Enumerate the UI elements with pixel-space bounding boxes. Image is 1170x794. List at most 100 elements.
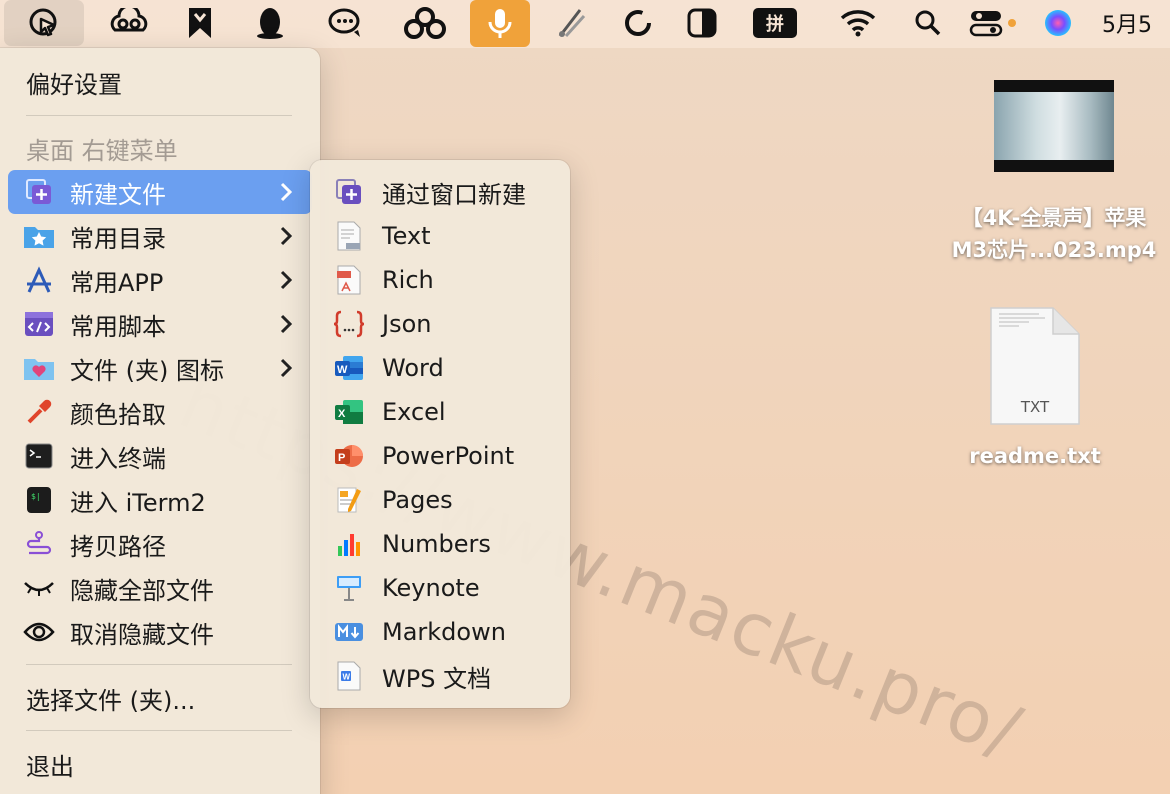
submenu-item-markdown[interactable]: Markdown [318, 610, 562, 654]
txt-file-icon [332, 221, 366, 251]
submenu-item-numbers[interactable]: Numbers [318, 522, 562, 566]
submenu-item-wps-doc[interactable]: W WPS 文档 [318, 654, 562, 698]
submenu-item-excel[interactable]: X Excel [318, 390, 562, 434]
rtf-file-icon [332, 265, 366, 295]
chevron-right-icon [274, 182, 298, 202]
menu-item-common-apps[interactable]: 常用APP [8, 258, 312, 302]
svg-text:W: W [343, 673, 351, 682]
svg-text:$|: $| [31, 492, 41, 501]
app-store-icon [22, 265, 56, 295]
submenu-item-powerpoint[interactable]: P PowerPoint [318, 434, 562, 478]
menu-item-open-iterm2[interactable]: $| 进入 iTerm2 [8, 478, 312, 522]
menu-item-hide-all-files[interactable]: 隐藏全部文件 [8, 566, 312, 610]
display-contrast-icon[interactable] [684, 0, 720, 46]
menubar-date[interactable]: 5月5 [1102, 0, 1170, 46]
new-file-submenu: 通过窗口新建 Text Rich Json W Word X Excel P P… [310, 160, 570, 708]
menu-separator [26, 664, 292, 665]
palette-app-icon[interactable] [552, 0, 592, 46]
submenu-item-word[interactable]: W Word [318, 346, 562, 390]
chevron-right-icon [274, 270, 298, 290]
submenu-item-label: Excel [382, 398, 446, 426]
submenu-item-json[interactable]: Json [318, 302, 562, 346]
submenu-item-label: PowerPoint [382, 442, 515, 470]
menu-item-preferences[interactable]: 偏好设置 [8, 60, 312, 104]
menu-item-label: 颜色拾取 [70, 400, 166, 429]
submenu-item-text[interactable]: Text [318, 214, 562, 258]
copy-path-icon [22, 529, 56, 559]
json-braces-icon [332, 309, 366, 339]
menu-item-copy-path[interactable]: 拷贝路径 [8, 522, 312, 566]
menu-item-open-terminal[interactable]: 进入终端 [8, 434, 312, 478]
menu-section-header: 桌面 右键菜单 [8, 126, 312, 170]
menu-separator [26, 730, 292, 731]
numbers-icon [332, 529, 366, 559]
svg-text:X: X [338, 408, 346, 420]
pages-icon [332, 485, 366, 515]
search-icon[interactable] [910, 0, 946, 46]
creative-cloud-icon[interactable] [106, 0, 152, 46]
control-center-icon[interactable] [966, 0, 1006, 46]
menu-item-label: 常用APP [70, 268, 164, 297]
txt-document-icon: TXT [989, 306, 1081, 426]
powerpoint-icon: P [332, 441, 366, 471]
menu-item-color-picker[interactable]: 颜色拾取 [8, 390, 312, 434]
cursor-select-icon[interactable] [4, 0, 84, 46]
menu-item-label: 文件 (夹) 图标 [70, 356, 224, 385]
submenu-item-label: Json [382, 310, 432, 338]
microphone-icon[interactable] [470, 0, 530, 47]
menu-item-choose-file[interactable]: 选择文件 (夹)... [8, 676, 312, 720]
svg-text:P: P [338, 452, 345, 464]
qq-penguin-icon[interactable] [250, 0, 290, 46]
refresh-icon[interactable] [618, 0, 658, 46]
text-file-name: readme.txt [969, 444, 1101, 468]
menu-item-label: 偏好设置 [26, 70, 122, 99]
input-method-icon[interactable]: 拼 [752, 0, 798, 46]
submenu-item-label: Rich [382, 266, 434, 294]
txt-badge: TXT [1020, 398, 1050, 416]
video-thumbnail [994, 80, 1114, 172]
excel-icon: X [332, 397, 366, 427]
menu-item-label: 拷贝路径 [70, 532, 166, 561]
menu-item-label: 新建文件 [70, 180, 166, 209]
submenu-item-rich[interactable]: Rich [318, 258, 562, 302]
chevron-right-icon [274, 314, 298, 334]
menu-separator [26, 115, 292, 116]
baidu-netdisk-icon[interactable] [402, 0, 448, 46]
menu-item-file-icons[interactable]: 文件 (夹) 图标 [8, 346, 312, 390]
menu-item-label: 取消隐藏文件 [70, 620, 214, 649]
menu-item-new-file[interactable]: 新建文件 [8, 170, 312, 214]
menu-section-label: 桌面 右键菜单 [26, 136, 178, 165]
main-context-menu: 偏好设置 桌面 右键菜单 新建文件 常用目录 常用APP 常用脚本 文件 (夹)… [0, 48, 320, 794]
menu-item-label: 退出 [26, 752, 74, 781]
video-file-name-line1: 【4K-全景声】苹果 [961, 206, 1147, 230]
submenu-item-new-via-window[interactable]: 通过窗口新建 [318, 170, 562, 214]
video-file-name-line2: M3芯片...023.mp4 [951, 238, 1157, 262]
submenu-item-label: WPS 文档 [382, 664, 492, 693]
submenu-item-label: Pages [382, 486, 453, 514]
menu-item-common-scripts[interactable]: 常用脚本 [8, 302, 312, 346]
submenu-item-label: Numbers [382, 530, 491, 558]
menu-item-label: 常用目录 [70, 224, 166, 253]
menu-item-common-dirs[interactable]: 常用目录 [8, 214, 312, 258]
bookmark-app-icon[interactable] [180, 0, 220, 46]
menu-item-label: 进入 iTerm2 [70, 488, 206, 517]
menu-item-quit[interactable]: 退出 [8, 742, 312, 786]
submenu-item-pages[interactable]: Pages [318, 478, 562, 522]
menu-item-unhide-files[interactable]: 取消隐藏文件 [8, 610, 312, 654]
wifi-icon[interactable] [838, 0, 878, 46]
video-file[interactable]: 【4K-全景声】苹果 M3芯片...023.mp4 [938, 80, 1170, 266]
recording-dot-icon [1006, 0, 1018, 46]
wps-doc-icon: W [332, 661, 366, 691]
word-icon: W [332, 353, 366, 383]
new-window-file-icon [332, 177, 366, 207]
text-file[interactable]: TXT readme.txt [960, 306, 1110, 472]
chevron-right-icon [274, 358, 298, 378]
new-file-icon [22, 177, 56, 207]
terminal-icon [22, 441, 56, 471]
submenu-item-keynote[interactable]: Keynote [318, 566, 562, 610]
menu-bar: 拼 5月5 [0, 0, 1170, 48]
chat-bubble-icon[interactable] [324, 0, 368, 46]
siri-icon[interactable] [1040, 0, 1076, 46]
submenu-item-label: 通过窗口新建 [382, 180, 526, 209]
script-icon [22, 309, 56, 339]
